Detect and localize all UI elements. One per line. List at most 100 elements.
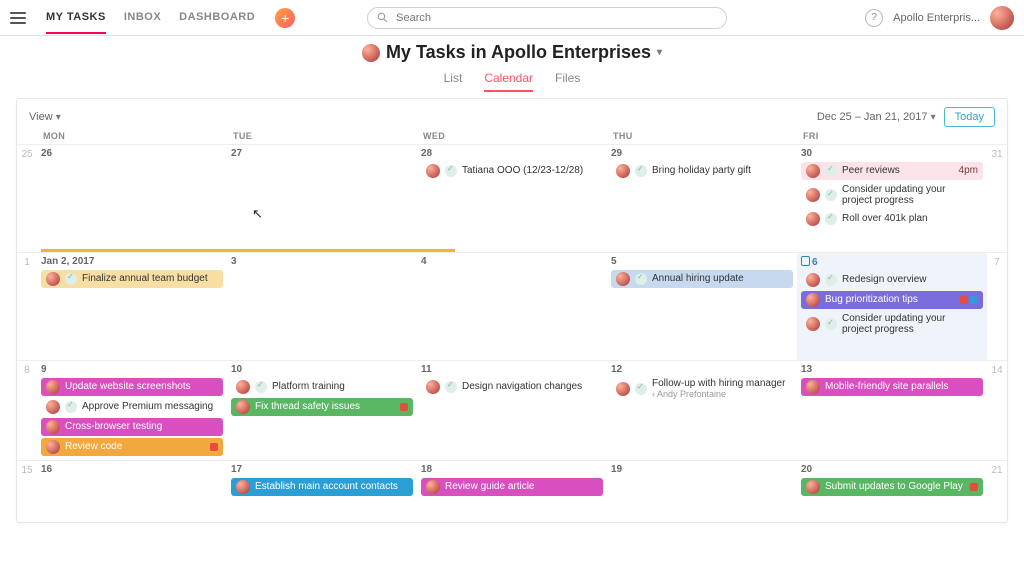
search-icon [376,11,389,24]
week-gutter-left: 1 [17,252,37,360]
calendar-cell[interactable]: 3 [227,252,417,360]
calendar-cell[interactable]: 19 [607,460,797,522]
date-range[interactable]: Dec 25 – Jan 21, 2017 ▾ [817,111,936,123]
calendar-grid: MON TUE WED THU FRI 25262728Tatiana OOO … [17,131,1007,522]
calendar-event[interactable]: Approve Premium messaging [41,398,223,416]
calendar-event[interactable]: Bug prioritization tips [801,291,983,309]
nav-tab-mytasks[interactable]: MY TASKS [46,11,106,34]
check-icon[interactable] [825,274,837,286]
calendar-cell[interactable]: 11Design navigation changes [417,360,607,460]
calendar-event[interactable]: Tatiana OOO (12/23-12/28) [421,162,603,180]
calendar-event[interactable]: Peer reviews4pm [801,162,983,180]
cell-date: 10 [231,364,413,375]
calendar-event[interactable]: Cross-browser testing [41,418,223,436]
search-input[interactable] [367,7,727,29]
view-tab-files[interactable]: Files [555,71,580,92]
calendar-cell[interactable]: 29 Bring holiday party gift [607,144,797,252]
assignee-avatar-icon [806,212,820,226]
calendar-event[interactable]: Review guide article [421,478,603,496]
calendar-cell[interactable]: 9Update website screenshotsApprove Premi… [37,360,227,460]
calendar-event[interactable]: Update website screenshots [41,378,223,396]
search-container [367,7,727,29]
calendar-event[interactable]: Consider updating your project progress [801,182,983,208]
tag-red [960,296,968,304]
add-button[interactable]: + [275,8,295,28]
calendar-cell[interactable]: 27 [227,144,417,252]
week-gutter-right: 31 [987,144,1007,252]
calendar-cell[interactable]: 4 [417,252,607,360]
calendar-cell[interactable]: 5Annual hiring update [607,252,797,360]
calendar-event[interactable]: Follow-up with hiring manager‹ Andy Pref… [611,378,793,400]
calendar-cell[interactable]: 18Review guide article [417,460,607,522]
calendar-cell[interactable]: Jan 2, 2017Finalize annual team budget [37,252,227,360]
assignee-avatar-icon [806,164,820,178]
cell-date: 13 [801,364,983,375]
tag-red [210,443,218,451]
check-icon[interactable] [65,273,77,285]
event-title: Review code [65,441,122,452]
calendar-cell[interactable]: 30Peer reviews4pmConsider updating your … [797,144,987,252]
nav-tab-inbox[interactable]: INBOX [124,11,161,24]
week-gutter-right: 21 [987,460,1007,522]
calendar-event[interactable]: Platform training [231,378,413,396]
check-icon[interactable] [635,273,647,285]
calendar-cell[interactable]: 28 Tatiana OOO (12/23-12/28) [417,144,607,252]
calendar-cell[interactable]: 13 Mobile-friendly site parallels [797,360,987,460]
assignee-avatar-icon [46,272,60,286]
assignee-avatar-icon [806,188,820,202]
page-title[interactable]: My Tasks in Apollo Enterprises ▾ [362,42,662,63]
today-button[interactable]: Today [944,107,995,127]
check-icon[interactable] [635,165,647,177]
view-tab-calendar[interactable]: Calendar [484,71,533,92]
check-icon[interactable] [445,165,457,177]
assignee-avatar-icon [426,480,440,494]
dow-header: MON TUE WED THU FRI [17,131,1007,144]
week-row: 151617Establish main account contacts18R… [17,460,1007,522]
view-tab-list[interactable]: List [444,71,463,92]
calendar-event[interactable]: Redesign overview [801,271,983,289]
check-icon[interactable] [65,401,77,413]
week-row: 89Update website screenshotsApprove Prem… [17,360,1007,460]
calendar-cell[interactable]: 12Follow-up with hiring manager‹ Andy Pr… [607,360,797,460]
assignee-avatar-icon [806,317,820,331]
calendar-toolbar: View ▾ Dec 25 – Jan 21, 2017 ▾ Today [17,99,1007,131]
check-icon[interactable] [825,213,837,225]
calendar-event[interactable]: Design navigation changes [421,378,603,396]
user-avatar[interactable] [990,6,1014,30]
calendar-event[interactable]: Establish main account contacts [231,478,413,496]
calendar-cell[interactable]: 20Submit updates to Google Play [797,460,987,522]
check-icon[interactable] [445,381,457,393]
help-icon[interactable]: ? [865,9,883,27]
calendar-event[interactable]: Roll over 401k plan [801,210,983,228]
calendar-card: View ▾ Dec 25 – Jan 21, 2017 ▾ Today MON… [16,98,1008,523]
menu-icon[interactable] [10,12,26,24]
event-title: Approve Premium messaging [82,401,213,412]
calendar-cell[interactable]: 16 [37,460,227,522]
check-icon[interactable] [825,318,837,330]
event-title: Bring holiday party gift [652,165,751,176]
calendar-event[interactable]: Bring holiday party gift [611,162,793,180]
view-menu[interactable]: View ▾ [29,111,61,123]
calendar-cell[interactable]: 26 [37,144,227,252]
check-icon[interactable] [825,189,837,201]
calendar-event[interactable]: Annual hiring update [611,270,793,288]
check-icon[interactable] [255,381,267,393]
calendar-event[interactable]: Mobile-friendly site parallels [801,378,983,396]
event-title: Submit updates to Google Play [825,481,963,492]
calendar-cell[interactable]: 6Redesign overviewBug prioritization tip… [797,252,987,360]
cell-date: 28 [421,148,603,159]
org-name[interactable]: Apollo Enterpris... [893,12,980,24]
calendar-event[interactable]: Finalize annual team budget [41,270,223,288]
check-icon[interactable] [825,165,837,177]
calendar-cell[interactable]: 17Establish main account contacts [227,460,417,522]
event-title: Update website screenshots [65,381,191,392]
calendar-event[interactable]: Fix thread safety issues [231,398,413,416]
nav-tab-dashboard[interactable]: DASHBOARD [179,11,255,24]
calendar-cell[interactable]: 10 Platform training Fix thread safety iss… [227,360,417,460]
cell-date: 29 [611,148,793,159]
calendar-event[interactable]: Consider updating your project progress [801,311,983,337]
calendar-event[interactable]: Submit updates to Google Play [801,478,983,496]
check-icon[interactable] [635,383,647,395]
calendar-event[interactable]: Review code [41,438,223,456]
assignee-avatar-icon [46,380,60,394]
